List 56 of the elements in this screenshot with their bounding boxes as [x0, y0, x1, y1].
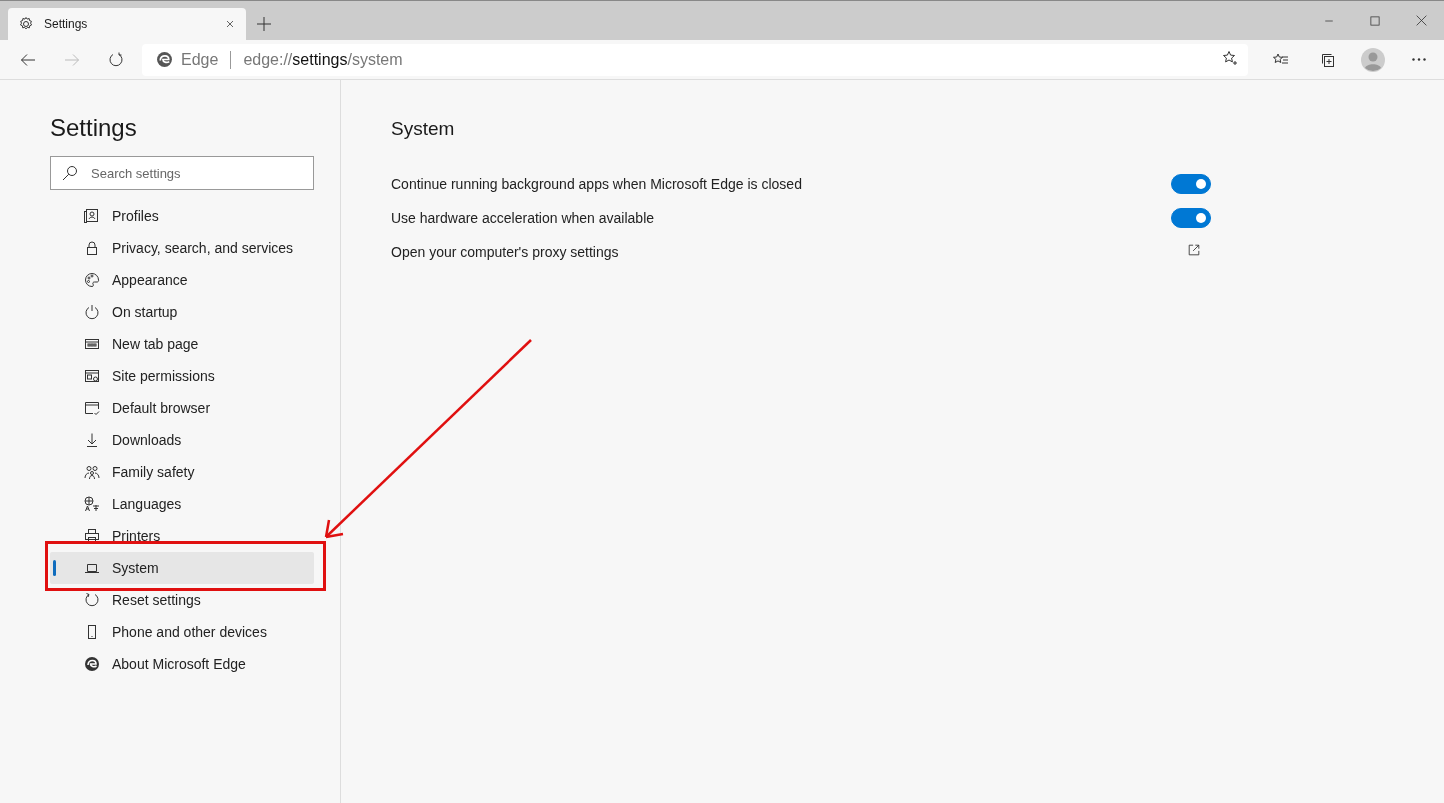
settings-icon [18, 16, 34, 32]
avatar-icon [1361, 47, 1385, 72]
sidebar-item[interactable]: Reset settings [50, 584, 314, 616]
close-icon [1414, 14, 1428, 27]
external-link-icon [1187, 243, 1201, 257]
sidebar-item[interactable]: Profiles [50, 200, 314, 232]
forward-arrow-icon [64, 51, 80, 68]
tab-title: Settings [44, 17, 89, 31]
sidebar-item[interactable]: Printers [50, 520, 314, 552]
plus-icon [256, 16, 272, 32]
star-plus-icon [1222, 49, 1238, 66]
edge-logo-icon [156, 51, 173, 68]
setting-label: Use hardware acceleration when available [391, 210, 655, 226]
sidebar-item[interactable]: About Microsoft Edge [50, 648, 314, 680]
palette-icon [84, 272, 100, 288]
setting-label: Continue running background apps when Microsoft Edge is closed [391, 176, 802, 192]
download-icon [84, 432, 100, 448]
new-tab-icon [84, 336, 100, 352]
printer-icon [84, 528, 100, 544]
sidebar-item[interactable]: New tab page [50, 328, 314, 360]
site-permissions-icon [84, 368, 100, 384]
address-bar[interactable]: Edge edge://settings/system [142, 43, 1248, 76]
sidebar-item[interactable]: Privacy, search, and services [50, 232, 314, 264]
profile-icon [84, 208, 100, 224]
reset-icon [84, 592, 100, 608]
power-icon [84, 304, 100, 320]
sidebar-item[interactable]: Default browser [50, 392, 314, 424]
sidebar-item[interactable]: Appearance [50, 264, 314, 296]
search-field[interactable]: Search settings [50, 156, 314, 190]
sidebar-item[interactable]: Phone and other devices [50, 616, 314, 648]
collections-icon [1319, 51, 1335, 68]
setting-label: Open your computer's proxy settings [391, 244, 619, 260]
close-icon [224, 18, 236, 30]
page-title: System [391, 118, 456, 140]
url-text: edge://settings/system [243, 50, 404, 69]
edge-logo-icon [84, 656, 100, 672]
browser-tab[interactable]: Settings [8, 8, 246, 40]
more-icon [1412, 58, 1426, 61]
refresh-icon [108, 51, 124, 68]
sidebar-item[interactable]: Downloads [50, 424, 314, 456]
sidebar-item[interactable]: Languages [50, 488, 314, 520]
sidebar-item[interactable]: Site permissions [50, 360, 314, 392]
maximize-icon [1369, 14, 1381, 27]
sidebar-title: Settings [50, 114, 138, 142]
search-icon [62, 165, 78, 181]
toggle-switch[interactable] [1171, 174, 1211, 194]
toggle-switch[interactable] [1171, 208, 1211, 228]
sidebar-item[interactable]: On startup [50, 296, 314, 328]
sidebar-item[interactable]: Family safety [50, 456, 314, 488]
family-icon [84, 464, 100, 480]
site-label: Edge [181, 50, 219, 69]
languages-icon [84, 496, 100, 512]
lock-icon [84, 240, 100, 256]
sidebar-item[interactable]: System [50, 552, 314, 584]
browser-window-icon [84, 400, 100, 416]
back-arrow-icon [20, 51, 36, 68]
